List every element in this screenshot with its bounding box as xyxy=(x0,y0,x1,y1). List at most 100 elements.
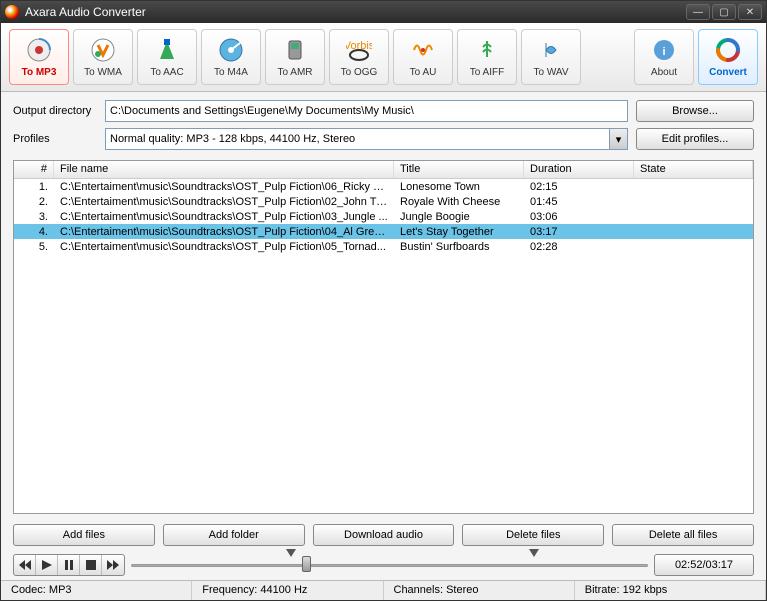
format-icon xyxy=(89,36,117,64)
cell-filename: C:\Entertaiment\music\Soundtracks\OST_Pu… xyxy=(54,226,394,238)
pause-button[interactable] xyxy=(58,555,80,575)
format-to-m4a-button[interactable]: To M4A xyxy=(201,29,261,85)
cell-title: Bustin' Surfboards xyxy=(394,241,524,253)
format-to-amr-button[interactable]: To AMR xyxy=(265,29,325,85)
delete-files-button[interactable]: Delete files xyxy=(462,524,604,546)
range-start-marker[interactable] xyxy=(286,549,296,557)
status-channels: Channels: Stereo xyxy=(384,581,575,600)
cell-title: Lonesome Town xyxy=(394,181,524,193)
output-directory-input[interactable]: C:\Documents and Settings\Eugene\My Docu… xyxy=(105,100,628,122)
output-directory-value: C:\Documents and Settings\Eugene\My Docu… xyxy=(110,105,414,117)
time-display: 02:52/03:17 xyxy=(654,554,754,576)
svg-text:i: i xyxy=(662,46,665,58)
table-row[interactable]: 2.C:\Entertaiment\music\Soundtracks\OST_… xyxy=(14,194,753,209)
about-label: About xyxy=(651,67,677,78)
format-to-aac-button[interactable]: To AAC xyxy=(137,29,197,85)
cell-title: Let's Stay Together xyxy=(394,226,524,238)
profiles-value: Normal quality: MP3 - 128 kbps, 44100 Hz… xyxy=(110,133,355,145)
prev-button[interactable] xyxy=(14,555,36,575)
maximize-button[interactable]: ▢ xyxy=(712,4,736,20)
file-list-header: # File name Title Duration State xyxy=(14,161,753,179)
format-label: To WMA xyxy=(84,67,122,78)
cell-number: 4. xyxy=(14,226,54,238)
titlebar: Axara Audio Converter — ▢ ✕ xyxy=(1,1,766,23)
convert-button[interactable]: Convert xyxy=(698,29,758,85)
next-button[interactable] xyxy=(102,555,124,575)
status-bitrate: Bitrate: 192 kbps xyxy=(575,581,766,600)
format-icon xyxy=(281,36,309,64)
format-label: To AIFF xyxy=(470,67,504,78)
cell-filename: C:\Entertaiment\music\Soundtracks\OST_Pu… xyxy=(54,196,394,208)
range-end-marker[interactable] xyxy=(529,549,539,557)
format-icon xyxy=(153,36,181,64)
profiles-label: Profiles xyxy=(13,133,97,145)
format-icon: Vorbis xyxy=(345,36,373,64)
table-row[interactable]: 1.C:\Entertaiment\music\Soundtracks\OST_… xyxy=(14,179,753,194)
status-codec: Codec: MP3 xyxy=(1,581,192,600)
delete-all-files-button[interactable]: Delete all files xyxy=(612,524,754,546)
play-button[interactable] xyxy=(36,555,58,575)
format-to-wma-button[interactable]: To WMA xyxy=(73,29,133,85)
format-label: To M4A xyxy=(214,67,248,78)
convert-label: Convert xyxy=(709,67,747,78)
format-label: To AMR xyxy=(277,67,312,78)
add-files-button[interactable]: Add files xyxy=(13,524,155,546)
col-title[interactable]: Title xyxy=(394,161,524,178)
chevron-down-icon: ▾ xyxy=(609,129,627,149)
format-label: To AU xyxy=(410,67,437,78)
cell-title: Jungle Boogie xyxy=(394,211,524,223)
cell-duration: 01:45 xyxy=(524,196,634,208)
table-row[interactable]: 5.C:\Entertaiment\music\Soundtracks\OST_… xyxy=(14,239,753,254)
cell-filename: C:\Entertaiment\music\Soundtracks\OST_Pu… xyxy=(54,241,394,253)
cell-filename: C:\Entertaiment\music\Soundtracks\OST_Pu… xyxy=(54,181,394,193)
format-to-aiff-button[interactable]: To AIFF xyxy=(457,29,517,85)
stop-button[interactable] xyxy=(80,555,102,575)
player-controls xyxy=(13,554,125,576)
format-to-mp3-button[interactable]: To MP3 xyxy=(9,29,69,85)
cell-number: 3. xyxy=(14,211,54,223)
format-label: To MP3 xyxy=(22,67,57,78)
status-bar: Codec: MP3 Frequency: 44100 Hz Channels:… xyxy=(1,580,766,600)
format-to-au-button[interactable]: To AU xyxy=(393,29,453,85)
browse-button[interactable]: Browse... xyxy=(636,100,754,122)
format-icon xyxy=(537,36,565,64)
minimize-button[interactable]: — xyxy=(686,4,710,20)
format-label: To WAV xyxy=(533,67,568,78)
format-label: To AAC xyxy=(150,67,183,78)
cell-duration: 03:17 xyxy=(524,226,634,238)
add-folder-button[interactable]: Add folder xyxy=(163,524,305,546)
status-frequency: Frequency: 44100 Hz xyxy=(192,581,383,600)
cell-number: 5. xyxy=(14,241,54,253)
file-list: # File name Title Duration State 1.C:\En… xyxy=(13,160,754,514)
format-icon xyxy=(25,36,53,64)
cell-duration: 03:06 xyxy=(524,211,634,223)
seek-thumb[interactable] xyxy=(302,556,311,572)
seek-slider[interactable] xyxy=(131,555,648,575)
convert-icon xyxy=(714,36,742,64)
output-directory-label: Output directory xyxy=(13,105,97,117)
about-button[interactable]: i About xyxy=(634,29,694,85)
close-button[interactable]: ✕ xyxy=(738,4,762,20)
col-state[interactable]: State xyxy=(634,161,753,178)
table-row[interactable]: 4.C:\Entertaiment\music\Soundtracks\OST_… xyxy=(14,224,753,239)
col-duration[interactable]: Duration xyxy=(524,161,634,178)
about-icon: i xyxy=(650,36,678,64)
format-to-ogg-button[interactable]: VorbisTo OGG xyxy=(329,29,389,85)
cell-filename: C:\Entertaiment\music\Soundtracks\OST_Pu… xyxy=(54,211,394,223)
cell-duration: 02:28 xyxy=(524,241,634,253)
table-row[interactable]: 3.C:\Entertaiment\music\Soundtracks\OST_… xyxy=(14,209,753,224)
profiles-combobox[interactable]: Normal quality: MP3 - 128 kbps, 44100 Hz… xyxy=(105,128,628,150)
cell-title: Royale With Cheese xyxy=(394,196,524,208)
format-icon xyxy=(409,36,437,64)
window-title: Axara Audio Converter xyxy=(25,5,686,19)
app-icon xyxy=(5,5,19,19)
format-icon xyxy=(473,36,501,64)
col-filename[interactable]: File name xyxy=(54,161,394,178)
col-number[interactable]: # xyxy=(14,161,54,178)
edit-profiles-button[interactable]: Edit profiles... xyxy=(636,128,754,150)
cell-number: 2. xyxy=(14,196,54,208)
cell-duration: 02:15 xyxy=(524,181,634,193)
toolbar: To MP3 To WMA To AAC To M4A To AMR VorbisTo O… xyxy=(1,23,766,92)
download-audio-button[interactable]: Download audio xyxy=(313,524,455,546)
format-to-wav-button[interactable]: To WAV xyxy=(521,29,581,85)
